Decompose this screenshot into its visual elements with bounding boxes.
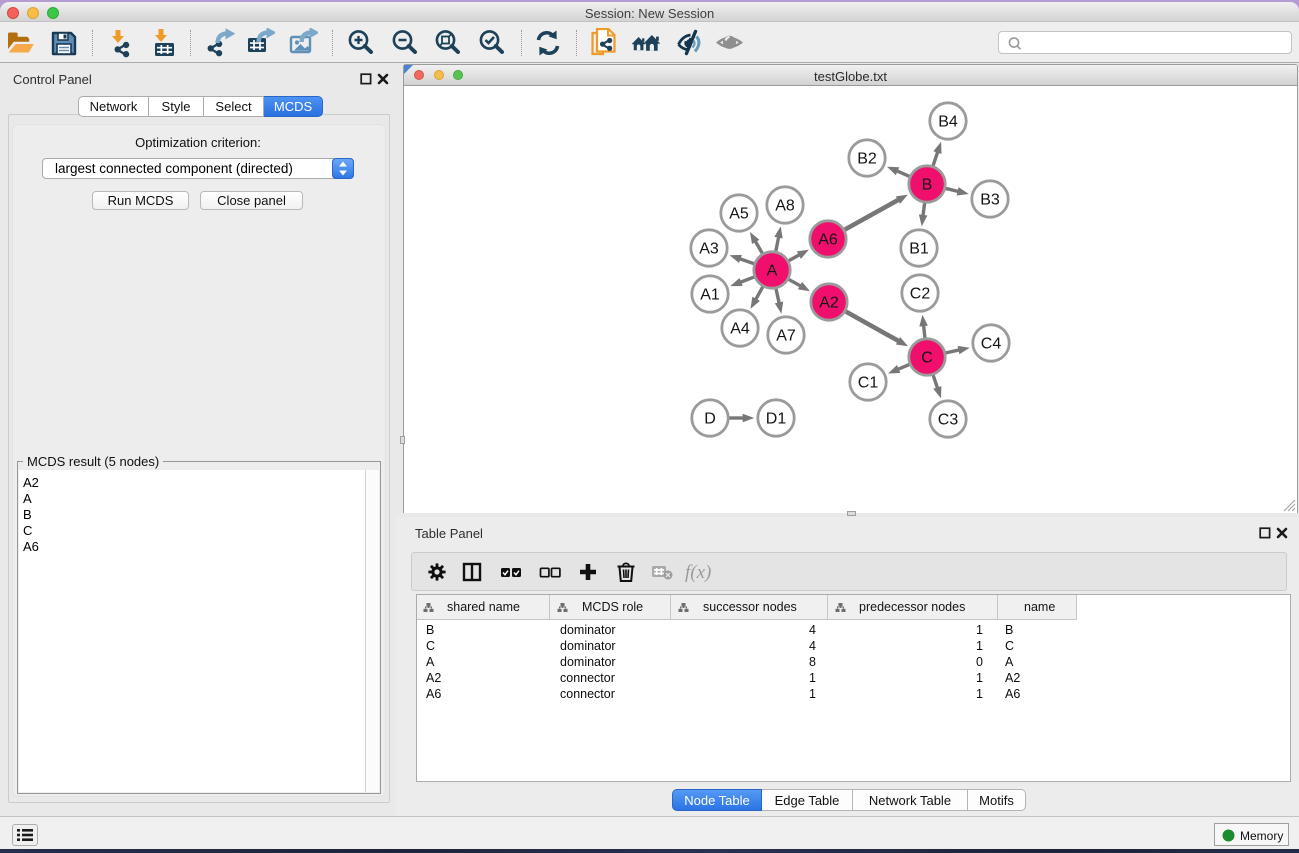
svg-text:A2: A2 — [819, 295, 839, 312]
svg-text:A5: A5 — [729, 206, 749, 223]
svg-text:B1: B1 — [909, 241, 929, 258]
svg-text:C3: C3 — [938, 412, 959, 429]
svg-text:A1: A1 — [700, 287, 720, 304]
svg-text:C2: C2 — [910, 286, 931, 303]
svg-text:B2: B2 — [857, 151, 877, 168]
svg-text:A8: A8 — [775, 198, 795, 215]
svg-text:D: D — [704, 411, 716, 428]
svg-text:B4: B4 — [938, 114, 958, 131]
svg-text:C: C — [921, 350, 933, 367]
svg-text:A6: A6 — [818, 232, 838, 249]
svg-text:A3: A3 — [699, 241, 719, 258]
svg-text:D1: D1 — [766, 411, 787, 428]
svg-text:A: A — [767, 263, 778, 280]
svg-text:C4: C4 — [981, 336, 1002, 353]
svg-text:A7: A7 — [776, 328, 796, 345]
svg-text:B3: B3 — [980, 192, 1000, 209]
svg-text:f(x): f(x) — [685, 562, 711, 583]
svg-text:C1: C1 — [858, 375, 879, 392]
svg-text:A4: A4 — [730, 321, 750, 338]
svg-text:B: B — [922, 177, 933, 194]
